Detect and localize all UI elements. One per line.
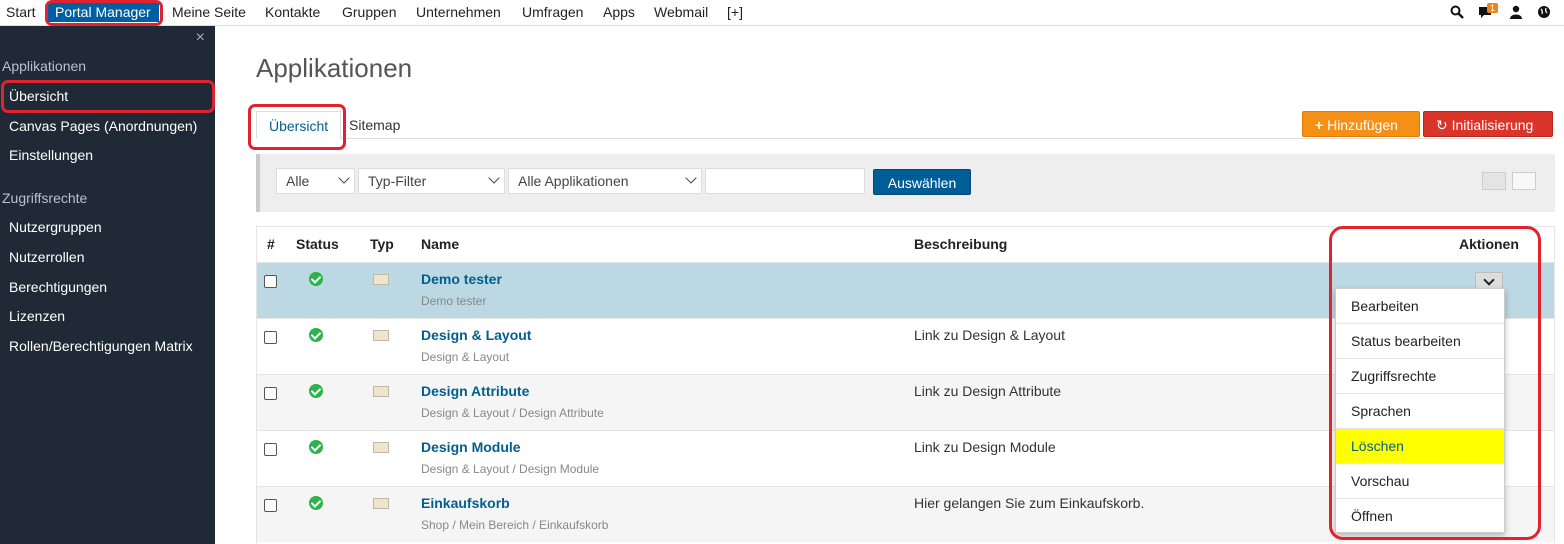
search-input[interactable] xyxy=(705,168,865,194)
nav-gruppen[interactable]: Gruppen xyxy=(342,0,396,25)
actions-dropdown-menu: Bearbeiten Status bearbeiten Zugriffsrec… xyxy=(1335,288,1505,533)
app-filter-value: Alle Applikationen xyxy=(518,173,629,189)
sidebar-section-applikationen: Applikationen xyxy=(2,58,87,74)
row-path: Design & Layout xyxy=(421,350,510,364)
row-checkbox[interactable] xyxy=(264,499,277,512)
row-checkbox[interactable] xyxy=(264,331,277,344)
column-header-beschreibung[interactable]: Beschreibung xyxy=(914,227,1007,263)
row-path: Demo tester xyxy=(421,294,487,308)
nav-webmail[interactable]: Webmail xyxy=(654,0,708,25)
sidebar-item-canvas-pages[interactable]: Canvas Pages (Anordnungen) xyxy=(9,118,197,134)
check-circle-icon[interactable] xyxy=(309,496,323,510)
nav-meine-seite[interactable]: Meine Seite xyxy=(172,0,246,25)
column-header-typ[interactable]: Typ xyxy=(370,227,394,263)
initialize-button[interactable]: ↻ Initialisierung xyxy=(1423,111,1553,137)
row-name-link[interactable]: Design Attribute xyxy=(421,383,529,399)
column-header-number: # xyxy=(267,236,275,252)
row-description: Link zu Design Module xyxy=(914,439,1056,455)
sidebar-item-nutzerrollen[interactable]: Nutzerrollen xyxy=(9,249,84,265)
plus-icon: + xyxy=(1315,117,1324,133)
add-button[interactable]: + Hinzufügen xyxy=(1302,111,1420,137)
chevron-down-icon xyxy=(488,172,500,184)
row-name-link[interactable]: Einkaufskorb xyxy=(421,495,510,511)
row-checkbox[interactable] xyxy=(264,443,277,456)
sidebar-item-lizenzen[interactable]: Lizenzen xyxy=(9,308,65,324)
refresh-icon: ↻ xyxy=(1436,117,1448,133)
sidebar-section-zugriffsrechte: Zugriffsrechte xyxy=(2,190,88,206)
sidebar-item-einstellungen[interactable]: Einstellungen xyxy=(9,147,93,163)
row-path: Design & Layout / Design Attribute xyxy=(421,406,604,420)
sidebar-item-nutzergruppen[interactable]: Nutzergruppen xyxy=(9,219,102,235)
menu-item-bearbeiten[interactable]: Bearbeiten xyxy=(1336,289,1504,324)
page-type-icon xyxy=(373,442,389,453)
nav-add[interactable]: [+] xyxy=(727,0,743,25)
page-type-icon xyxy=(373,386,389,397)
column-header-status[interactable]: Status xyxy=(296,227,339,263)
initialize-button-label: Initialisierung xyxy=(1451,117,1534,133)
check-circle-icon[interactable] xyxy=(309,328,323,342)
row-name-link[interactable]: Design Module xyxy=(421,439,521,455)
check-circle-icon[interactable] xyxy=(309,384,323,398)
row-description: Hier gelangen Sie zum Einkaufskorb. xyxy=(914,495,1145,511)
row-name-link[interactable]: Design & Layout xyxy=(421,327,531,343)
menu-item-vorschau[interactable]: Vorschau xyxy=(1336,464,1504,499)
nav-apps[interactable]: Apps xyxy=(603,0,635,25)
check-circle-icon[interactable] xyxy=(309,440,323,454)
nav-umfragen[interactable]: Umfragen xyxy=(522,0,583,25)
page-type-icon xyxy=(373,274,389,285)
nav-unternehmen[interactable]: Unternehmen xyxy=(416,0,501,25)
close-icon[interactable]: × xyxy=(196,29,205,47)
row-path: Design & Layout / Design Module xyxy=(421,462,600,476)
status-filter-select[interactable]: Alle xyxy=(276,168,355,194)
sidebar-item-uebersicht[interactable]: Übersicht xyxy=(9,88,68,104)
column-header-aktionen: Aktionen xyxy=(1459,236,1519,252)
grid-view-icon[interactable] xyxy=(1512,172,1536,190)
check-circle-icon[interactable] xyxy=(309,272,323,286)
nav-start[interactable]: Start xyxy=(6,0,36,25)
row-checkbox[interactable] xyxy=(264,387,277,400)
filter-bar: Alle Typ-Filter Alle Applikationen Auswä… xyxy=(256,154,1555,212)
select-button[interactable]: Auswählen xyxy=(873,169,971,195)
type-filter-value: Typ-Filter xyxy=(368,173,427,189)
nav-portal-manager[interactable]: Portal Manager xyxy=(47,2,159,22)
page-type-icon xyxy=(373,498,389,509)
notification-badge: 1 xyxy=(1487,3,1499,13)
row-description: Link zu Design Attribute xyxy=(914,383,1062,399)
main-content: Applikationen Übersicht Sitemap + Hinzuf… xyxy=(215,26,1564,544)
row-description: Link zu Design & Layout xyxy=(914,327,1065,343)
list-view-icon[interactable] xyxy=(1482,172,1506,190)
column-header-name[interactable]: Name xyxy=(421,227,459,263)
top-navigation: Start Portal Manager Meine Seite Kontakt… xyxy=(0,0,1564,26)
row-checkbox[interactable] xyxy=(264,275,277,288)
status-filter-value: Alle xyxy=(286,173,310,189)
chevron-down-icon xyxy=(338,172,350,184)
menu-item-status-bearbeiten[interactable]: Status bearbeiten xyxy=(1336,324,1504,359)
type-filter-select[interactable]: Typ-Filter xyxy=(358,168,505,194)
menu-item-loeschen[interactable]: Löschen xyxy=(1336,429,1504,464)
chevron-down-icon xyxy=(685,172,697,184)
page-type-icon xyxy=(373,330,389,341)
app-filter-select[interactable]: Alle Applikationen xyxy=(508,168,702,194)
row-path: Shop / Mein Bereich / Einkaufskorb xyxy=(421,518,609,532)
menu-item-zugriffsrechte[interactable]: Zugriffsrechte xyxy=(1336,359,1504,394)
tab-uebersicht[interactable]: Übersicht xyxy=(256,111,342,139)
page-title: Applikationen xyxy=(256,53,413,83)
add-button-label: Hinzufügen xyxy=(1327,117,1398,133)
user-icon[interactable] xyxy=(1509,5,1523,19)
globe-icon[interactable] xyxy=(1537,5,1551,19)
menu-item-oeffnen[interactable]: Öffnen xyxy=(1336,499,1504,534)
tab-sitemap[interactable]: Sitemap xyxy=(339,111,410,139)
search-icon[interactable] xyxy=(1450,5,1464,19)
menu-item-sprachen[interactable]: Sprachen xyxy=(1336,394,1504,429)
sidebar-item-matrix[interactable]: Rollen/Berechtigungen Matrix xyxy=(9,338,193,354)
nav-kontakte[interactable]: Kontakte xyxy=(265,0,320,25)
row-name-link[interactable]: Demo tester xyxy=(421,271,502,287)
sidebar: × Applikationen Übersicht Canvas Pages (… xyxy=(0,26,215,544)
sidebar-item-berechtigungen[interactable]: Berechtigungen xyxy=(9,279,107,295)
